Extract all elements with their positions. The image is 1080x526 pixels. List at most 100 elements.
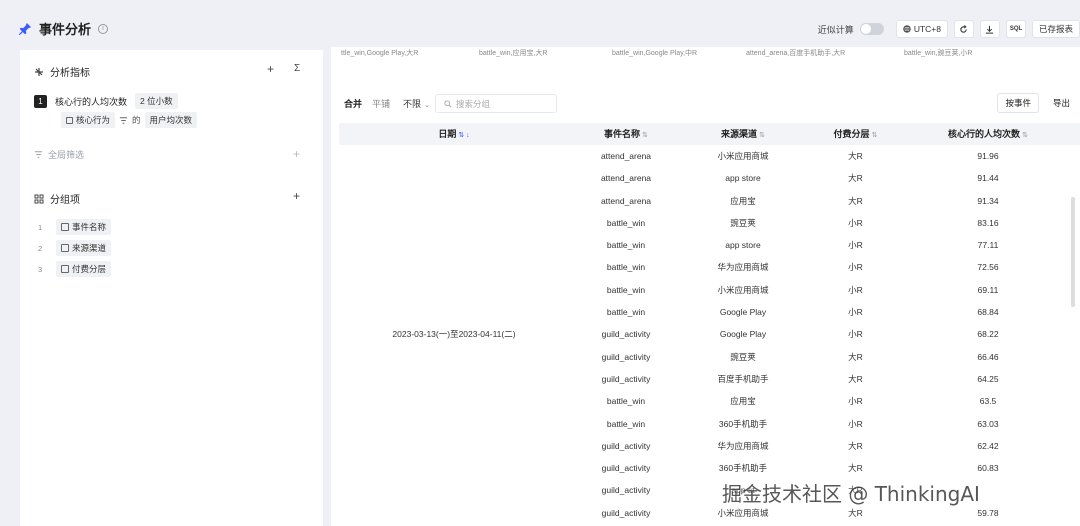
filter-icon[interactable] bbox=[119, 116, 128, 125]
by-event-button[interactable]: 按事件 bbox=[997, 93, 1039, 113]
channel-cell: 小米应用商城 bbox=[717, 151, 769, 161]
table-row: battle_win Google Play 小R 68.84 bbox=[339, 301, 1080, 323]
table-row: guild_activity 360手机助手 大R 60.83 bbox=[339, 457, 1080, 479]
group-chip[interactable]: 来源渠道 bbox=[56, 240, 112, 256]
table-action-buttons: 按事件 导出 bbox=[997, 93, 1078, 113]
value-cell: 72.56 bbox=[977, 262, 999, 273]
download-button[interactable] bbox=[979, 20, 1000, 38]
precision-chip[interactable]: 2 位小数 bbox=[135, 93, 178, 109]
group-index: 1 bbox=[38, 222, 43, 232]
series-legend: ttle_win,Google Play,大R battle_win,应用宝,大… bbox=[331, 47, 1080, 61]
group-label: 付费分层 bbox=[72, 264, 107, 274]
channel-cell: 360手机助手 bbox=[718, 463, 768, 474]
aggregate-chip[interactable]: 用户均次数 bbox=[144, 112, 198, 128]
add-global-filter-button[interactable]: + bbox=[293, 147, 300, 161]
approx-calc: 近似计算 bbox=[818, 23, 884, 36]
value-cell: 68.22 bbox=[977, 329, 999, 340]
value-cell: 91.44 bbox=[977, 173, 999, 184]
formula-button[interactable]: Σ bbox=[294, 63, 300, 74]
add-metric-button[interactable]: + bbox=[267, 62, 274, 76]
metric-index: 1 bbox=[34, 94, 47, 108]
tier-cell: 小R bbox=[848, 329, 863, 340]
column-header-value[interactable]: 核心行的人均次数 ⇅ bbox=[908, 123, 1068, 145]
group-chip[interactable]: 事件名称 bbox=[56, 219, 112, 235]
value-cell: 66.46 bbox=[977, 351, 999, 362]
sort-icon[interactable]: ⇅ bbox=[642, 132, 648, 139]
global-filter-label: 全局筛选 bbox=[48, 150, 85, 160]
global-filter[interactable]: 全局筛选 bbox=[34, 148, 84, 161]
value-cell: 64.25 bbox=[977, 373, 999, 384]
sort-icon[interactable]: ⇅ bbox=[1022, 132, 1028, 139]
column-header-channel[interactable]: 来源渠道 ⇅ bbox=[683, 123, 803, 145]
vertical-scrollbar[interactable] bbox=[1071, 197, 1075, 307]
saved-reports-button[interactable]: 已存报表 bbox=[1031, 20, 1080, 38]
metric-definition: 核心行为 的 用户均次数 bbox=[61, 112, 198, 128]
results-table: 日期 ⇅ ↓ 事件名称 ⇅ 来源渠道 ⇅ 付费分层 ⇅ 核心行的人均次数 ⇅ 2023-0… bbox=[339, 123, 1080, 524]
tier-cell: 小R bbox=[848, 307, 863, 318]
event-chip[interactable]: 核心行为 bbox=[61, 112, 116, 128]
timezone-button[interactable]: UTC+8 bbox=[895, 20, 948, 38]
group-item[interactable]: 3 付费分层 bbox=[38, 261, 112, 277]
legend-item[interactable]: attend_arena,百度手机助手,大R bbox=[746, 48, 845, 58]
event-name-cell: attend_arena bbox=[600, 151, 652, 161]
view-mode-tile[interactable]: 平铺 bbox=[367, 95, 395, 112]
limit-select[interactable]: 不限 ⌄ bbox=[403, 97, 430, 110]
channel-cell: 豌豆荚 bbox=[730, 351, 756, 362]
column-header-date[interactable]: 日期 ⇅ ↓ bbox=[339, 123, 569, 145]
approx-calc-toggle[interactable] bbox=[859, 23, 884, 35]
view-mode-switch: 合并 平铺 bbox=[339, 95, 395, 112]
event-name-cell: attend_arena bbox=[600, 195, 652, 206]
export-button[interactable]: 导出 bbox=[1044, 93, 1078, 113]
value-cell: 83.16 bbox=[977, 217, 999, 228]
group-search-input[interactable]: 搜索分组 bbox=[435, 94, 557, 113]
event-name-cell: battle_win bbox=[606, 396, 646, 407]
table-header: 日期 ⇅ ↓ 事件名称 ⇅ 来源渠道 ⇅ 付费分层 ⇅ 核心行的人均次数 ⇅ bbox=[339, 123, 1080, 145]
legend-item[interactable]: ttle_win,Google Play,大R bbox=[341, 48, 418, 58]
channel-cell: 应用宝 bbox=[730, 396, 756, 407]
sort-icon[interactable]: ⇅ bbox=[759, 132, 765, 139]
table-row: guild_activity 华为应用商城 大R 62.42 bbox=[339, 435, 1080, 457]
group-item[interactable]: 1 事件名称 bbox=[38, 219, 112, 235]
page-title: 事件分析 bbox=[39, 22, 92, 37]
channel-cell: 豌豆荚 bbox=[730, 217, 756, 228]
metric-name[interactable]: 核心行的人均次数 bbox=[55, 95, 127, 108]
group-icon bbox=[34, 194, 44, 203]
pin-icon bbox=[18, 22, 32, 35]
sort-icon[interactable]: ⇅ ↓ bbox=[458, 132, 469, 139]
add-group-button[interactable]: + bbox=[293, 189, 300, 203]
event-name-cell: attend_arena bbox=[600, 173, 652, 184]
column-header-label: 日期 bbox=[438, 129, 457, 139]
legend-item[interactable]: battle_win,应用宝,大R bbox=[479, 48, 547, 58]
metric-item[interactable]: 1 核心行的人均次数 2 位小数 bbox=[34, 93, 178, 109]
legend-item[interactable]: battle_win,豌豆荚,小R bbox=[904, 48, 972, 58]
channel-cell: 应用宝 bbox=[730, 195, 756, 206]
group-label: 事件名称 bbox=[72, 222, 107, 232]
group-chip[interactable]: 付费分层 bbox=[56, 261, 112, 277]
tier-cell: 小R bbox=[848, 396, 863, 407]
tier-cell: 大R bbox=[848, 463, 863, 474]
event-name-cell: guild_activity bbox=[601, 440, 651, 451]
channel-cell: Google Play bbox=[719, 307, 767, 318]
table-row: guild_activity 百度手机助手 大R 64.25 bbox=[339, 368, 1080, 390]
tier-cell: 大R bbox=[848, 373, 863, 384]
watermark: 掘金技术社区 @ ThinkingAI bbox=[722, 482, 980, 506]
field-icon bbox=[61, 223, 69, 231]
tier-cell: 小R bbox=[848, 284, 863, 295]
table-controls: 合并 平铺 不限 ⌄ 搜索分组 按事件 导出 bbox=[339, 93, 1078, 114]
column-header-event[interactable]: 事件名称 ⇅ bbox=[569, 123, 683, 145]
sort-icon[interactable]: ⇅ bbox=[872, 132, 878, 139]
channel-cell: 百度手机助手 bbox=[717, 373, 769, 384]
tier-cell: 小R bbox=[848, 262, 863, 273]
value-cell: 62.42 bbox=[977, 440, 999, 451]
sql-button[interactable]: SQL bbox=[1005, 20, 1026, 38]
table-row: battle_win 豌豆荚 小R 83.16 bbox=[339, 212, 1080, 234]
group-item[interactable]: 2 来源渠道 bbox=[38, 240, 112, 256]
view-mode-merge[interactable]: 合并 bbox=[339, 95, 368, 112]
refresh-button[interactable] bbox=[953, 20, 974, 38]
refresh-icon bbox=[960, 24, 968, 33]
legend-item[interactable]: battle_win,Google Play,中R bbox=[612, 48, 697, 58]
tier-cell: 小R bbox=[848, 217, 863, 228]
info-icon[interactable]: i bbox=[98, 23, 109, 34]
column-header-tier[interactable]: 付费分层 ⇅ bbox=[803, 123, 908, 145]
globe-icon bbox=[903, 25, 911, 33]
